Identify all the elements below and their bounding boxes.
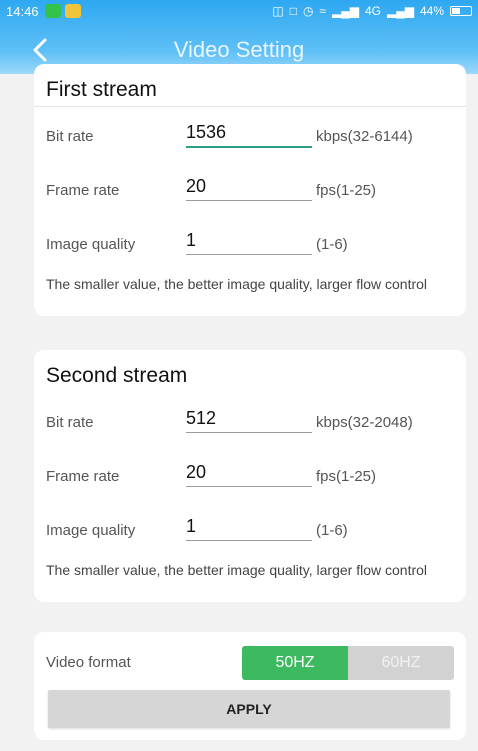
input-underline: [186, 540, 312, 541]
chevron-left-icon[interactable]: [30, 38, 50, 62]
page-title: Video Setting: [173, 37, 305, 62]
second-stream-card: Second stream Bit rate 512 kbps(32-2048)…: [34, 350, 466, 602]
bit-rate-range: kbps(32-2048): [316, 414, 413, 431]
input-underline: [186, 486, 312, 487]
status-bar: 14:46 ◫ □ ◷ ≈ ▂▄▆ 4G ▂▄▆ 44%: [0, 0, 478, 22]
second-frame-rate-input[interactable]: 20: [186, 462, 206, 483]
first-stream-card: First stream Bit rate 1536 kbps(32-6144)…: [34, 64, 466, 316]
video-format-toggle: 50HZ 60HZ: [242, 646, 454, 680]
wifi-icon: ≈: [319, 4, 327, 18]
frame-rate-range: fps(1-25): [316, 468, 377, 485]
frame-rate-range: fps(1-25): [316, 182, 377, 199]
alarm-icon: ◷: [302, 4, 314, 18]
video-format-card: Video format 50HZ 60HZ APPLY: [34, 632, 466, 740]
image-quality-label: Image quality: [46, 236, 136, 253]
second-image-quality-input[interactable]: 1: [186, 516, 196, 537]
bit-rate-label: Bit rate: [46, 414, 94, 431]
signal-icon: ▂▄▆: [332, 4, 359, 18]
second-bit-rate-input[interactable]: 512: [186, 408, 216, 429]
video-format-50hz-button[interactable]: 50HZ: [242, 646, 348, 680]
image-quality-range: (1-6): [316, 522, 348, 539]
frame-rate-label: Frame rate: [46, 182, 120, 199]
video-format-60hz-button[interactable]: 60HZ: [348, 646, 454, 680]
status-time: 14:46: [6, 3, 39, 19]
notification-app-icon: [64, 4, 81, 18]
input-underline: [186, 146, 312, 148]
video-format-label: Video format: [46, 654, 131, 671]
quality-note: The smaller value, the better image qual…: [46, 276, 428, 292]
headphones-icon: ◫: [272, 4, 284, 18]
input-underline: [186, 432, 312, 433]
apply-button[interactable]: APPLY: [48, 690, 450, 728]
quality-note: The smaller value, the better image qual…: [46, 562, 428, 578]
bit-rate-label: Bit rate: [46, 128, 94, 145]
first-stream-title: First stream: [46, 78, 157, 101]
image-quality-label: Image quality: [46, 522, 136, 539]
divider: [34, 106, 466, 107]
first-frame-rate-input[interactable]: 20: [186, 176, 206, 197]
network-type: 4G: [364, 4, 381, 18]
vibrate-icon: □: [289, 4, 297, 18]
chat-app-icon: [44, 4, 61, 18]
second-stream-title: Second stream: [46, 364, 188, 387]
status-icons: ◫ □ ◷ ≈ ▂▄▆ 4G ▂▄▆ 44%: [272, 4, 472, 18]
battery-percent: 44%: [419, 4, 444, 18]
image-quality-range: (1-6): [316, 236, 348, 253]
battery-icon: [450, 6, 472, 16]
top-bar: 14:46 ◫ □ ◷ ≈ ▂▄▆ 4G ▂▄▆ 44% Video Setti…: [0, 0, 478, 74]
signal-icon-2: ▂▄▆: [387, 4, 414, 18]
frame-rate-label: Frame rate: [46, 468, 120, 485]
first-bit-rate-input[interactable]: 1536: [186, 122, 226, 143]
bit-rate-range: kbps(32-6144): [316, 128, 413, 145]
input-underline: [186, 200, 312, 201]
input-underline: [186, 254, 312, 255]
first-image-quality-input[interactable]: 1: [186, 230, 196, 251]
